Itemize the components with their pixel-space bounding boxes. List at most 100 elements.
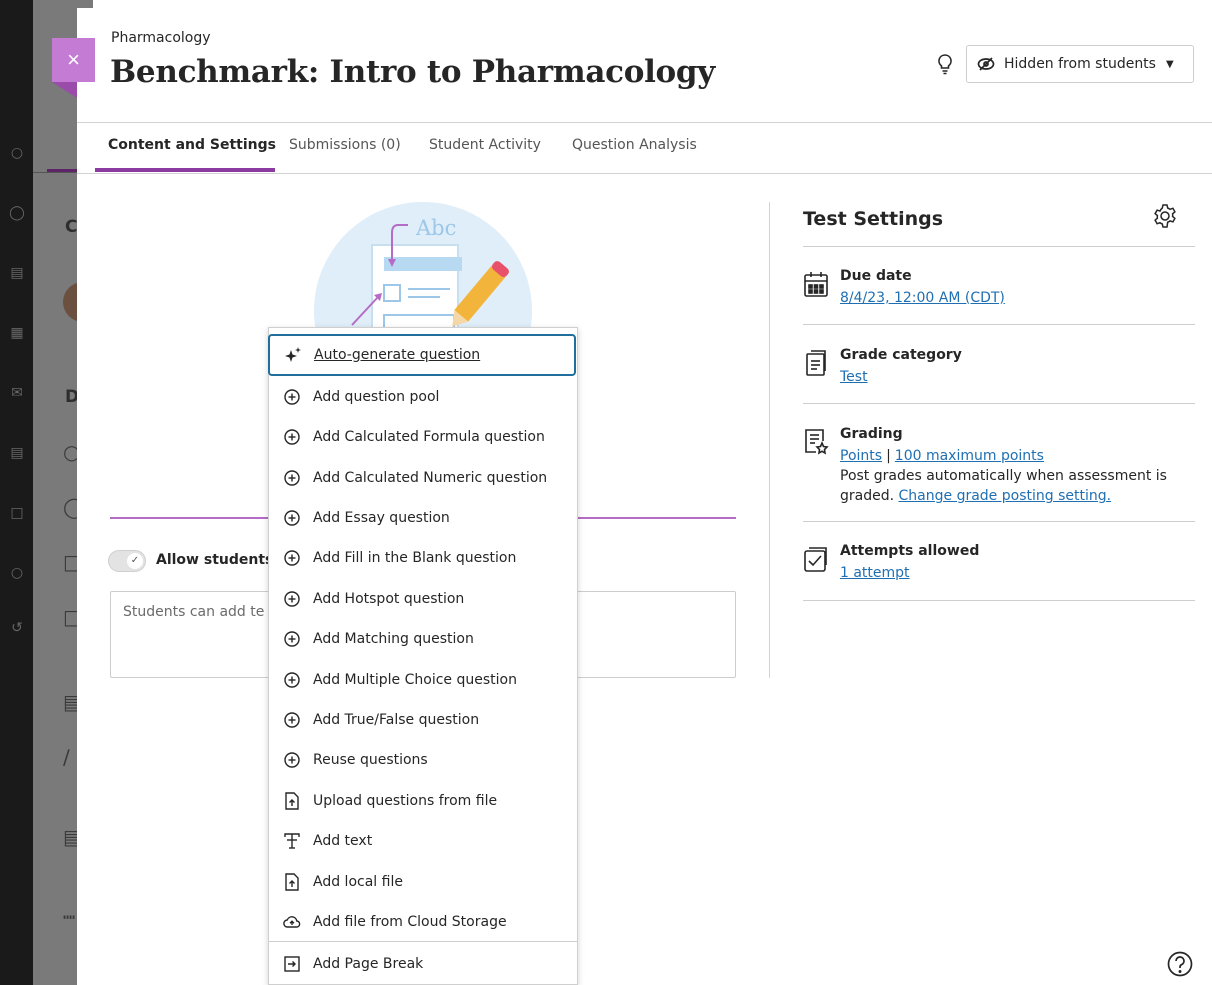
menu-item-label: Reuse questions	[313, 752, 428, 768]
add-circle-icon	[283, 590, 301, 608]
menu-item-add-essay[interactable]: Add Essay question	[269, 498, 577, 538]
sparkle-icon	[284, 346, 302, 364]
test-illustration: Abc	[351, 216, 509, 330]
menu-item-add-text[interactable]: Add text	[269, 821, 577, 861]
grade-category-icon	[803, 349, 829, 381]
active-tab-indicator	[95, 168, 275, 172]
add-circle-icon	[283, 751, 301, 769]
page-break-icon	[283, 955, 301, 973]
due-date-label: Due date	[840, 268, 912, 284]
upload-file-icon	[283, 792, 301, 810]
menu-item-label: Add Fill in the Blank question	[313, 550, 517, 566]
menu-item-label: Add Multiple Choice question	[313, 672, 517, 688]
due-date-link[interactable]: 8/4/23, 12:00 AM (CDT)	[840, 290, 1005, 306]
add-circle-icon	[283, 549, 301, 567]
menu-item-label: Add Hotspot question	[313, 591, 465, 607]
text-icon	[283, 832, 301, 850]
menu-item-add-question-pool[interactable]: Add question pool	[269, 377, 577, 417]
menu-item-label: Auto-generate question	[314, 347, 481, 363]
grading-points-link[interactable]: 100 maximum points	[895, 448, 1044, 464]
menu-item-add-page-break[interactable]: Add Page Break	[269, 944, 577, 984]
add-circle-icon	[283, 711, 301, 729]
menu-item-label: Add local file	[313, 874, 403, 890]
menu-item-label: Add True/False question	[313, 712, 480, 728]
placeholder-text: Students can add te	[123, 604, 265, 620]
visibility-dropdown[interactable]: Hidden from students ▼	[966, 45, 1194, 83]
menu-separator	[269, 941, 577, 942]
help-icon[interactable]	[1166, 950, 1194, 982]
grading-separator: |	[886, 448, 891, 464]
menu-item-auto-generate-question[interactable]: Auto-generate question	[268, 334, 576, 376]
grade-category-label: Grade category	[840, 347, 962, 363]
settings-divider	[803, 600, 1195, 601]
attempts-link[interactable]: 1 attempt	[840, 565, 910, 581]
menu-item-add-matching[interactable]: Add Matching question	[269, 619, 577, 659]
allow-students-label: Allow students	[156, 552, 274, 568]
menu-item-add-calculated-formula[interactable]: Add Calculated Formula question	[269, 417, 577, 457]
lightbulb-icon[interactable]	[933, 52, 957, 76]
check-icon: ✓	[127, 553, 143, 569]
upload-file-icon	[283, 873, 301, 891]
grading-note: Post grades automatically when assessmen…	[840, 466, 1190, 506]
tab-question-analysis[interactable]: Question Analysis	[572, 137, 697, 153]
add-circle-icon	[283, 671, 301, 689]
settings-divider	[803, 246, 1195, 247]
menu-item-add-multiple-choice[interactable]: Add Multiple Choice question	[269, 660, 577, 700]
page-title: Benchmark: Intro to Pharmacology	[110, 54, 716, 90]
menu-item-label: Add Essay question	[313, 510, 450, 526]
menu-item-add-cloud-file[interactable]: Add file from Cloud Storage	[269, 902, 577, 942]
tab-student-activity[interactable]: Student Activity	[429, 137, 541, 153]
profile-icon: ○	[10, 565, 24, 581]
add-circle-icon	[283, 469, 301, 487]
menu-item-add-local-file[interactable]: Add local file	[269, 862, 577, 902]
tabs-border-top	[77, 122, 1212, 123]
change-grade-posting-link[interactable]: Change grade posting setting.	[899, 488, 1112, 504]
menu-item-label: Add text	[313, 833, 373, 849]
app-navigation: ○ ◯ ▤ ▦ ✉ ▤ □ ○ ↺	[0, 0, 33, 985]
settings-divider	[803, 403, 1195, 404]
settings-divider	[803, 324, 1195, 325]
calendar-icon: ▦	[10, 325, 24, 341]
add-circle-icon	[283, 428, 301, 446]
menu-item-label: Add Matching question	[313, 631, 474, 647]
gear-icon[interactable]	[1152, 203, 1178, 233]
menu-item-label: Add Page Break	[313, 956, 424, 972]
cloud-icon	[283, 913, 301, 931]
menu-item-label: Add file from Cloud Storage	[313, 914, 507, 930]
attempts-icon	[803, 545, 829, 577]
globe-icon: ◯	[9, 205, 25, 221]
add-circle-icon	[283, 509, 301, 527]
menu-item-add-fill-in-the-blank[interactable]: Add Fill in the Blank question	[269, 538, 577, 578]
chevron-down-icon: ▼	[1165, 58, 1174, 70]
column-divider	[769, 202, 770, 678]
close-button-tail	[52, 82, 77, 98]
grade-category-link[interactable]: Test	[840, 369, 868, 385]
signout-icon: ↺	[11, 620, 23, 636]
menu-item-add-calculated-numeric[interactable]: Add Calculated Numeric question	[269, 458, 577, 498]
menu-item-upload-questions[interactable]: Upload questions from file	[269, 781, 577, 821]
tools-icon: □	[10, 505, 24, 521]
calendar-icon	[803, 270, 829, 302]
grading-type-link[interactable]: Points	[840, 448, 882, 464]
allow-students-toggle[interactable]: ✓	[108, 550, 146, 572]
menu-item-reuse-questions[interactable]: Reuse questions	[269, 740, 577, 780]
close-panel-button[interactable]: ×	[52, 38, 95, 82]
courses-icon: ▤	[10, 265, 24, 281]
add-circle-icon	[283, 630, 301, 648]
tab-submissions[interactable]: Submissions (0)	[289, 137, 401, 153]
eye-slash-icon	[977, 57, 995, 71]
tab-content-and-settings[interactable]: Content and Settings	[108, 137, 276, 153]
menu-item-add-hotspot[interactable]: Add Hotspot question	[269, 579, 577, 619]
mail-icon: ✉	[11, 385, 23, 401]
svg-text:Abc: Abc	[415, 216, 456, 240]
grades-icon: ▤	[10, 445, 24, 461]
visibility-label: Hidden from students	[1004, 56, 1156, 72]
grading-icon	[803, 427, 829, 459]
user-icon: ○	[10, 145, 24, 161]
menu-item-label: Upload questions from file	[313, 793, 498, 809]
grading-details: Points | 100 maximum points	[840, 446, 1190, 466]
add-content-menu: Auto-generate question Add question pool…	[268, 327, 578, 985]
menu-item-add-true-false[interactable]: Add True/False question	[269, 700, 577, 740]
settings-divider	[803, 521, 1195, 522]
breadcrumb[interactable]: Pharmacology	[111, 30, 211, 46]
